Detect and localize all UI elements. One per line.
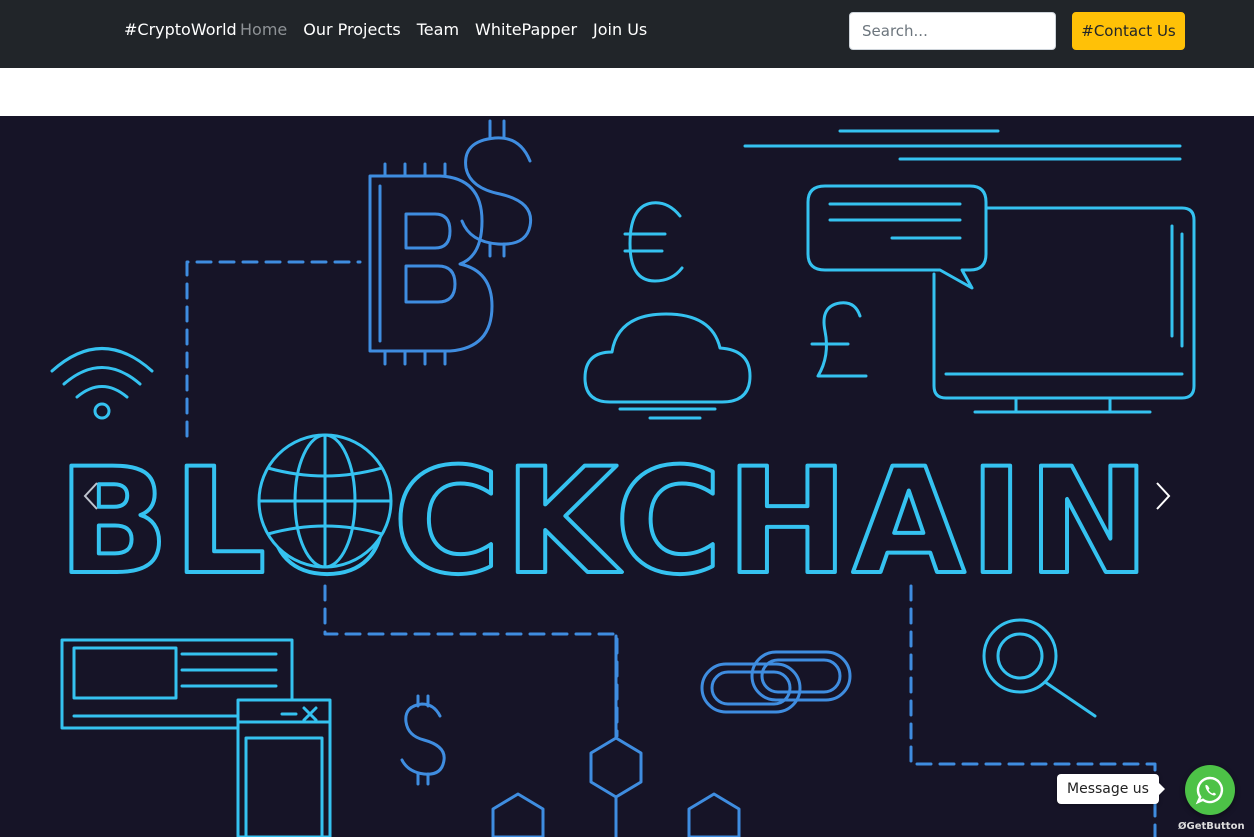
search-input[interactable] [849, 12, 1056, 50]
hero-carousel: BLOCKCHAIN [0, 116, 1254, 837]
nav-links: Home Our Projects Team WhitePapper Join … [240, 20, 647, 39]
wifi-icon [50, 347, 154, 420]
getbutton-credit[interactable]: ØGetButton [1178, 821, 1245, 832]
message-us-bubble[interactable]: Message us [1057, 774, 1165, 804]
magnifier-icon [982, 618, 1097, 718]
nav-link-our-projects[interactable]: Our Projects [303, 20, 400, 39]
message-us-label: Message us [1067, 781, 1149, 797]
blockchain-hero-image: BLOCKCHAIN [50, 119, 1196, 837]
chevron-right-icon [1156, 482, 1171, 510]
getbutton-logo-icon: Ø [1178, 821, 1187, 832]
whatsapp-button[interactable] [1185, 765, 1235, 815]
getbutton-label: GetButton [1186, 821, 1245, 832]
contact-us-button[interactable]: #Contact Us [1072, 12, 1185, 50]
nav-link-join-us[interactable]: Join Us [593, 20, 647, 39]
browser-window-icon [60, 638, 332, 837]
euro-icon [623, 201, 684, 283]
chain-link-icon [700, 650, 852, 714]
hexagon-node-icon [491, 634, 741, 837]
nav-link-home[interactable]: Home [240, 20, 287, 39]
nav-link-team[interactable]: Team [417, 20, 459, 39]
whatsapp-icon [1195, 776, 1224, 805]
carousel-next-control[interactable] [1148, 476, 1178, 516]
monitor-icon [932, 206, 1196, 414]
bitcoin-icon [368, 162, 494, 366]
decorative-lines [743, 129, 1182, 161]
header-spacer [0, 68, 1254, 116]
nav-link-whitepapper[interactable]: WhitePapper [475, 20, 577, 39]
top-navbar: #CryptoWorld Home Our Projects Team Whit… [0, 0, 1254, 68]
blockchain-headline: BLOCKCHAIN [58, 437, 1154, 607]
chat-bubble-icon [806, 184, 988, 290]
pound-icon [810, 301, 868, 378]
brand-link[interactable]: #CryptoWorld [124, 20, 237, 39]
dollar-icon [400, 694, 446, 786]
cloud-icon [583, 312, 752, 420]
carousel-prev-control[interactable] [76, 476, 106, 516]
chevron-left-icon [83, 482, 98, 510]
globe-icon [257, 433, 393, 569]
